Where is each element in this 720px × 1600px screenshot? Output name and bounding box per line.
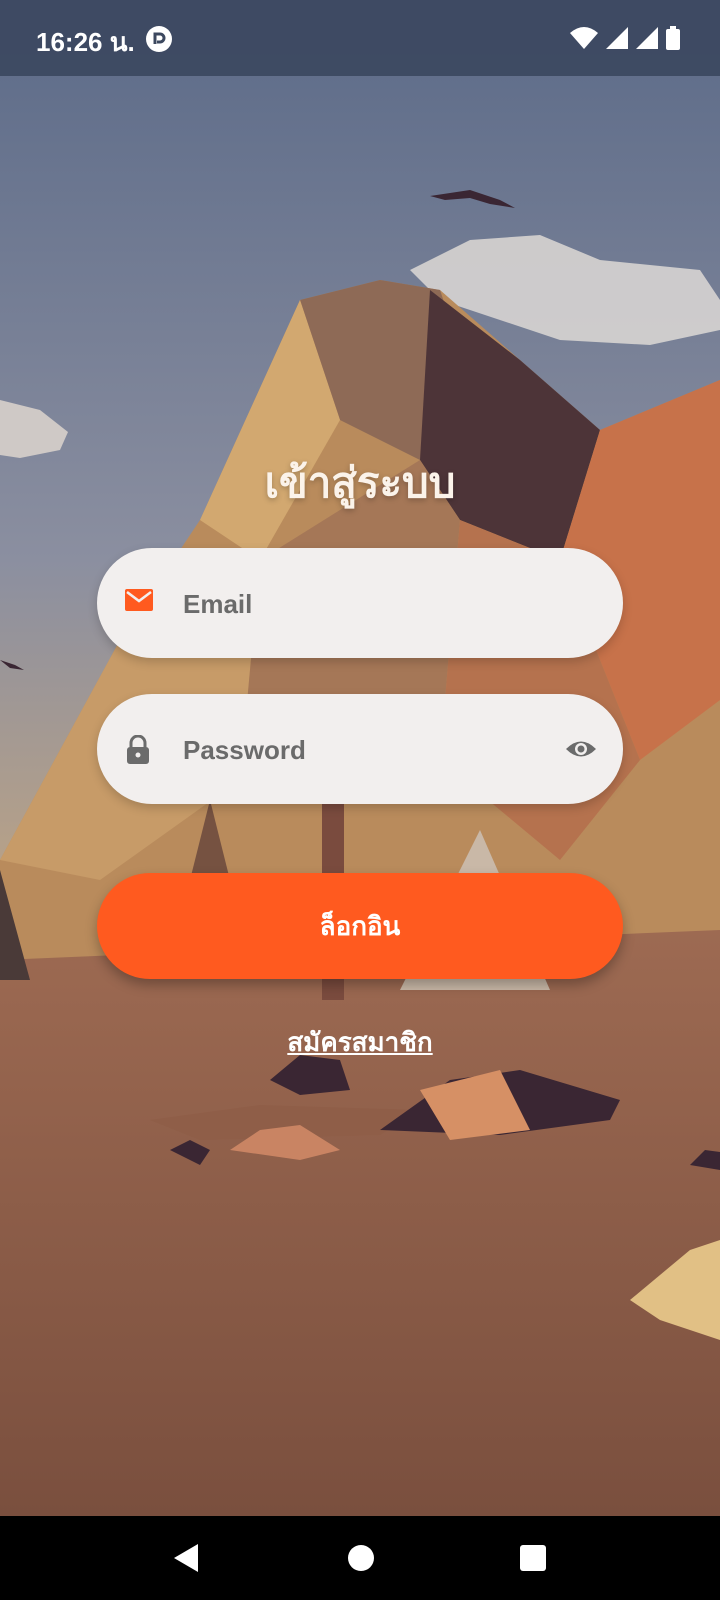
- app-notification-icon: [146, 26, 172, 52]
- register-link[interactable]: สมัครสมาชิก: [0, 1022, 720, 1063]
- email-input[interactable]: [181, 548, 525, 660]
- status-icons: [570, 26, 680, 50]
- password-field[interactable]: [97, 694, 623, 806]
- signal-icon: [636, 27, 658, 49]
- email-icon: [125, 589, 153, 617]
- login-button[interactable]: ล็อกอิน: [97, 873, 623, 979]
- password-input[interactable]: [181, 694, 525, 806]
- navigation-bar: [0, 1516, 720, 1600]
- wifi-icon: [570, 27, 598, 49]
- visibility-toggle-icon[interactable]: [565, 734, 597, 764]
- battery-icon: [666, 26, 680, 50]
- signal-icon: [606, 27, 628, 49]
- lock-icon: [125, 734, 153, 764]
- email-field[interactable]: [97, 548, 623, 660]
- page-title: เข้าสู่ระบบ: [264, 458, 456, 507]
- recents-icon[interactable]: [519, 1542, 547, 1578]
- status-bar: 16:26 น.: [0, 0, 720, 76]
- status-time: 16:26 น.: [36, 27, 135, 57]
- home-icon[interactable]: [347, 1542, 375, 1578]
- back-icon[interactable]: [172, 1542, 200, 1578]
